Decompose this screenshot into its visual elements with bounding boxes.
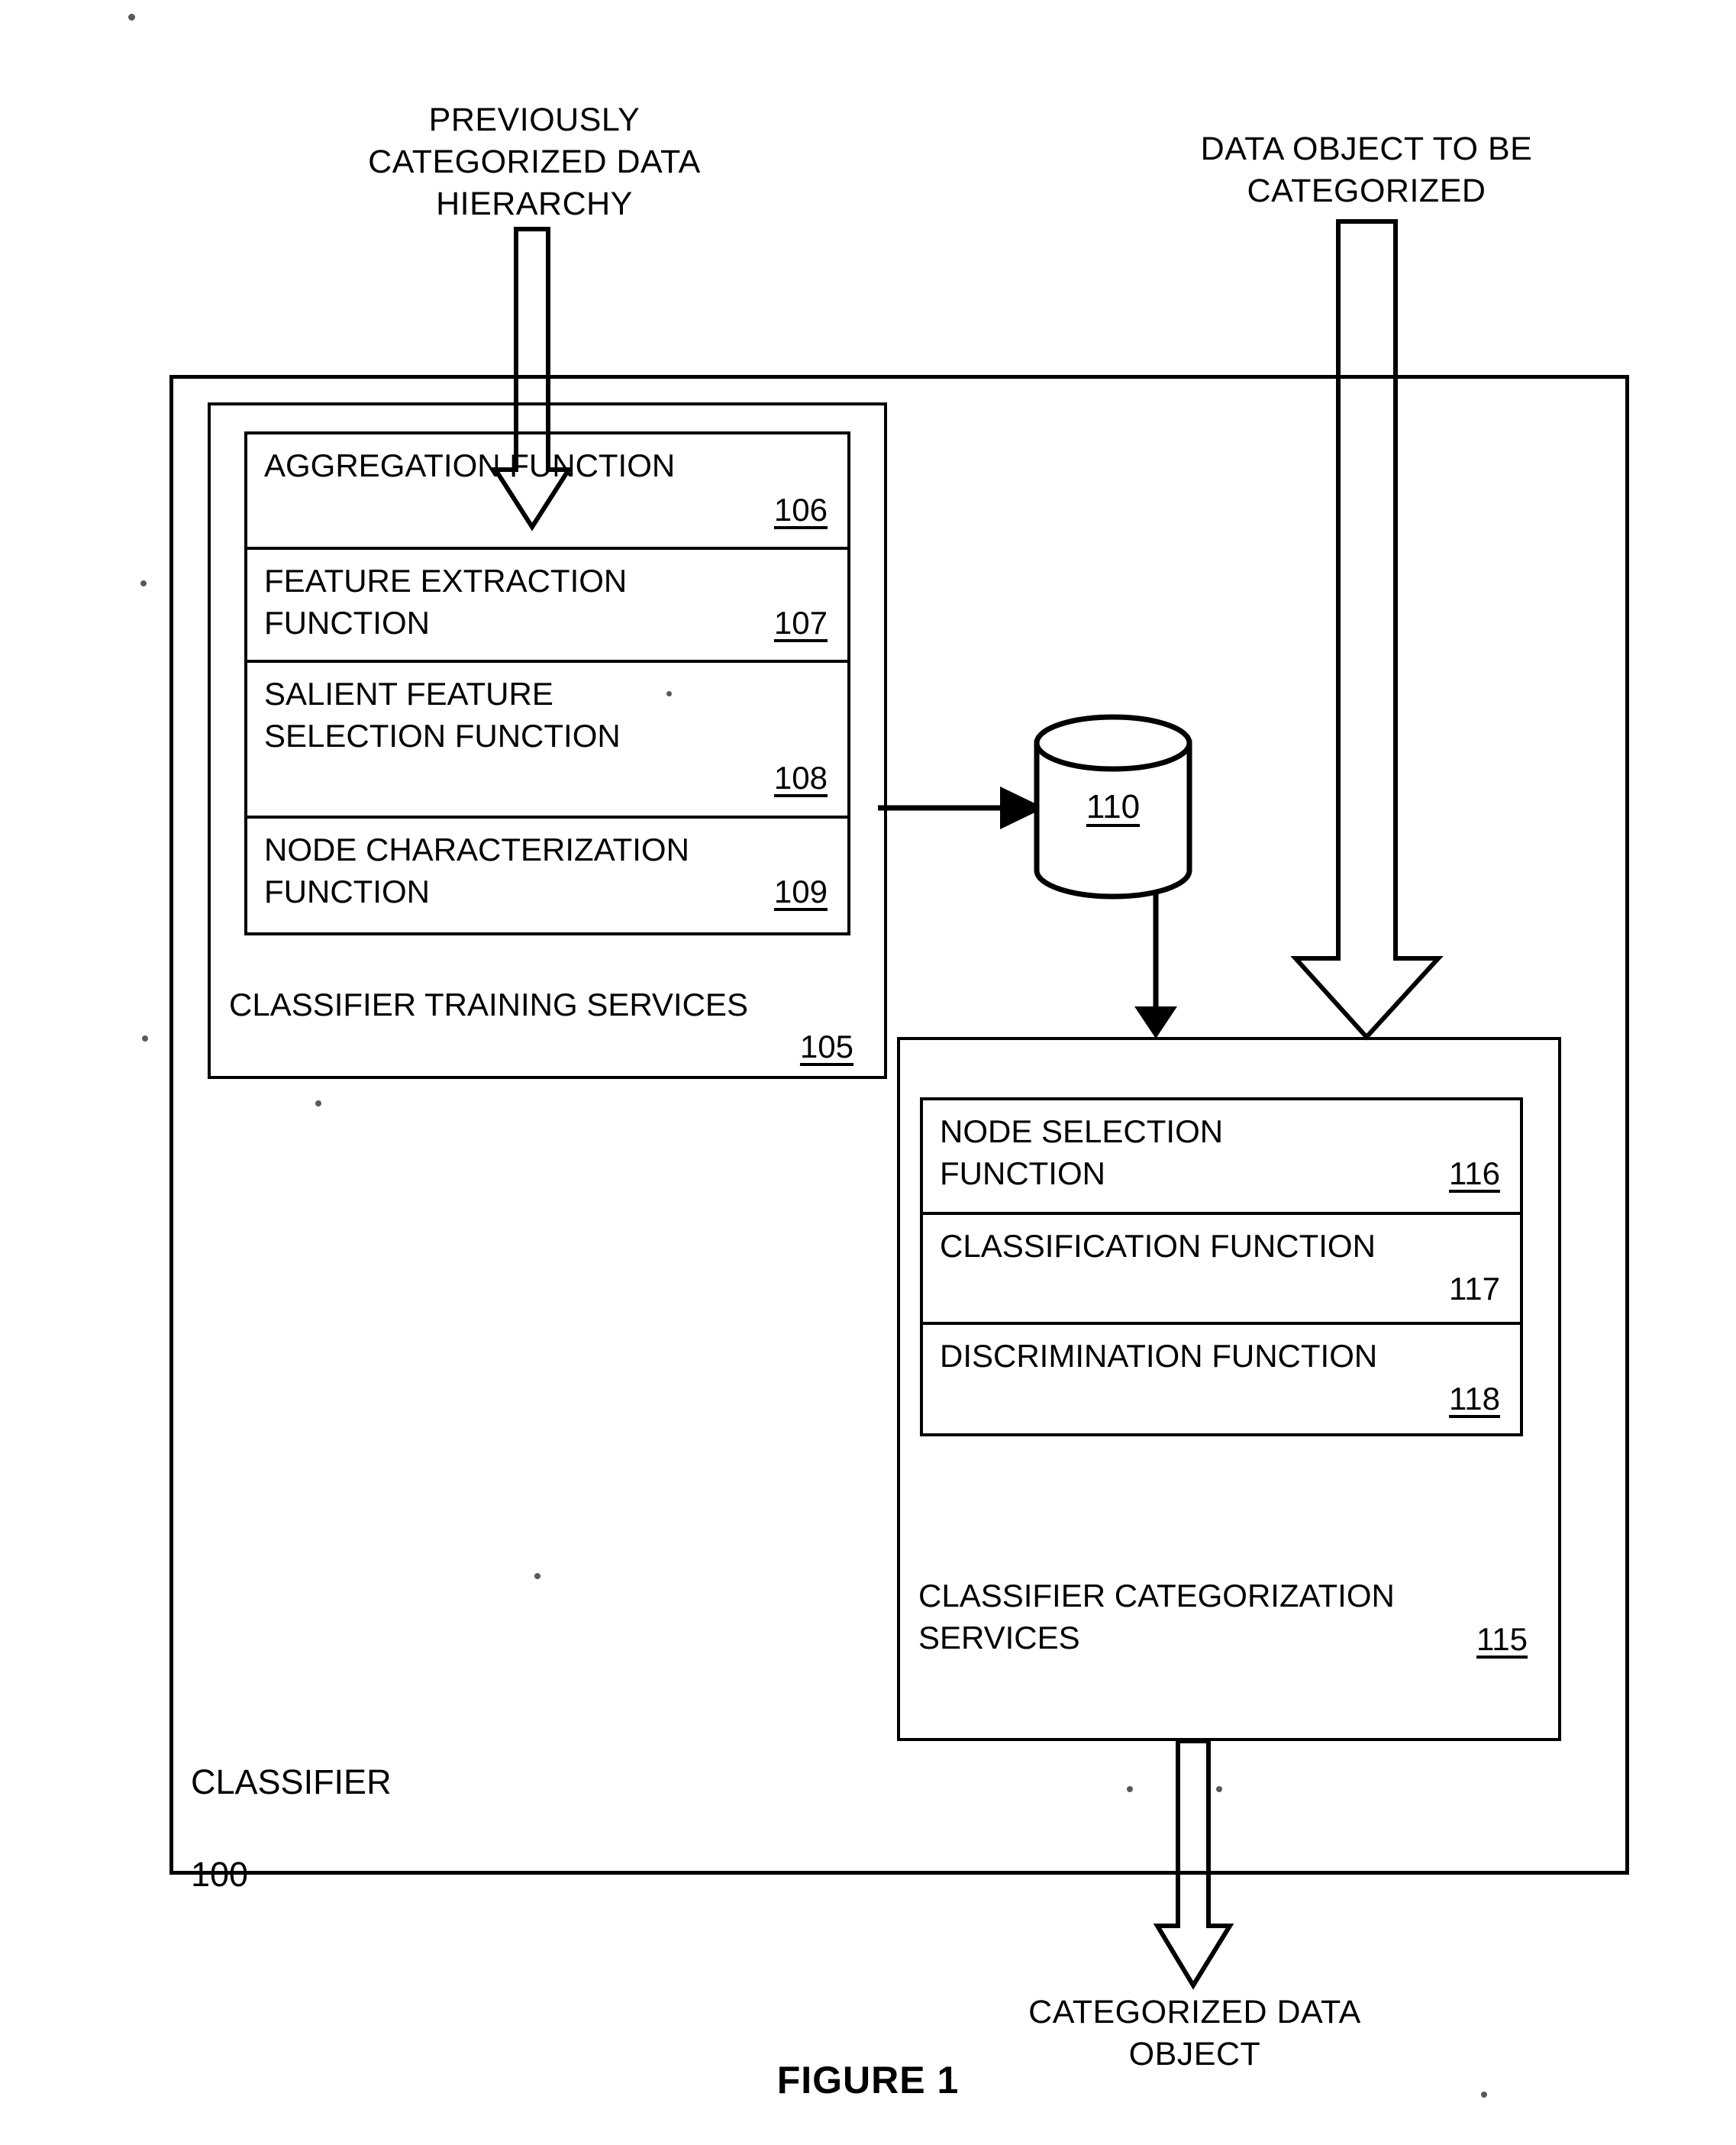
training-functions-stack: AGGREGATION FUNCTION 106 FEATURE EXTRACT… xyxy=(244,431,850,935)
function-row-node-characterization: NODE CHARACTERIZATION FUNCTION 109 xyxy=(247,819,847,938)
function-label: CLASSIFICATION FUNCTION xyxy=(940,1228,1376,1264)
training-services-ref: 105 xyxy=(799,1029,853,1065)
function-label: NODE SELECTION FUNCTION xyxy=(940,1113,1224,1191)
function-ref-number: 108 xyxy=(773,760,828,796)
scan-speckle xyxy=(142,1035,148,1042)
function-ref-number: 106 xyxy=(773,492,828,528)
function-ref-number: 117 xyxy=(1449,1271,1500,1307)
function-row-feature-extraction: FEATURE EXTRACTION FUNCTION 107 xyxy=(247,550,847,663)
scan-speckle xyxy=(140,580,147,586)
categorization-services-ref: 115 xyxy=(1476,1621,1528,1657)
classifier-caption: CLASSIFIER 100 xyxy=(191,1713,392,1945)
function-ref-number: 118 xyxy=(1449,1381,1500,1417)
figure-caption: FIGURE 1 xyxy=(776,2059,960,2101)
training-services-caption: CLASSIFIER TRAINING SERVICES 105 xyxy=(229,984,867,1068)
classifier-ref: 100 xyxy=(191,1855,249,1895)
function-ref-number: 107 xyxy=(773,605,828,641)
classifier-name: CLASSIFIER xyxy=(191,1762,392,1801)
scan-speckle xyxy=(1481,2092,1487,2098)
function-row-node-selection: NODE SELECTION FUNCTION 116 xyxy=(923,1100,1520,1215)
categorization-services-caption: CLASSIFIER CATEGORIZATION SERVICES 115 xyxy=(918,1575,1541,1659)
previously-categorized-data-hierarchy-label: PREVIOUSLY CATEGORIZED DATA HIERARCHY xyxy=(368,102,701,223)
scan-speckle xyxy=(1127,1786,1133,1792)
categorization-functions-stack: NODE SELECTION FUNCTION 116 CLASSIFICATI… xyxy=(920,1097,1523,1436)
categorization-services-name: CLASSIFIER CATEGORIZATION SERVICES xyxy=(918,1578,1395,1656)
function-label: DISCRIMINATION FUNCTION xyxy=(940,1338,1378,1374)
patent-figure: AGGREGATION FUNCTION 106 FEATURE EXTRACT… xyxy=(0,0,1736,2145)
function-ref-number: 116 xyxy=(1449,1155,1500,1191)
function-row-discrimination: DISCRIMINATION FUNCTION 118 xyxy=(923,1325,1520,1439)
datastore-ref-number: 110 xyxy=(1086,788,1141,825)
function-label: FEATURE EXTRACTION FUNCTION xyxy=(264,563,628,641)
function-row-aggregation: AGGREGATION FUNCTION 106 xyxy=(247,434,847,550)
data-object-to-be-categorized-label: DATA OBJECT TO BE CATEGORIZED xyxy=(1200,131,1533,210)
scan-speckle xyxy=(666,691,672,696)
function-row-salient-feature-selection: SALIENT FEATURE SELECTION FUNCTION 108 xyxy=(247,663,847,819)
function-row-classification: CLASSIFICATION FUNCTION 117 xyxy=(923,1215,1520,1325)
training-services-name: CLASSIFIER TRAINING SERVICES xyxy=(229,987,748,1022)
scan-speckle xyxy=(315,1100,321,1106)
function-label: NODE CHARACTERIZATION FUNCTION xyxy=(264,832,689,909)
function-ref-number: 109 xyxy=(773,874,828,909)
scan-speckle xyxy=(128,14,135,21)
scan-speckle xyxy=(1216,1786,1222,1792)
function-label: AGGREGATION FUNCTION xyxy=(264,447,676,483)
scan-speckle xyxy=(534,1573,540,1579)
function-label: SALIENT FEATURE SELECTION FUNCTION xyxy=(264,676,621,754)
